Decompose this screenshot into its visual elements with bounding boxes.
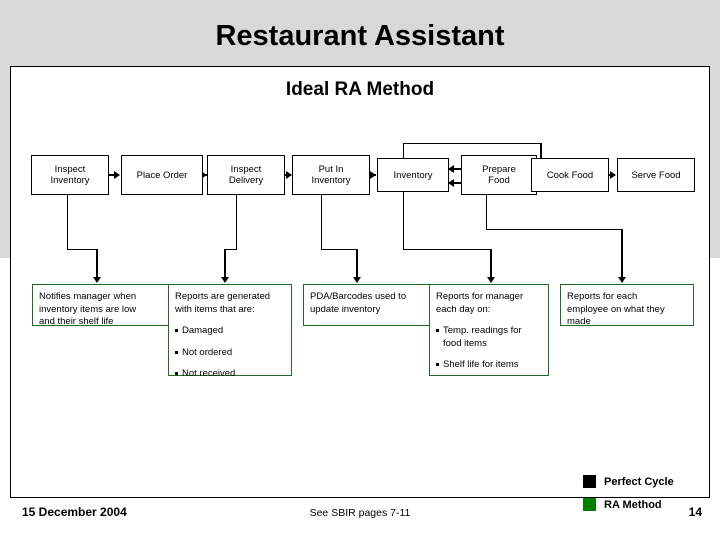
bullet-square-icon [175,372,178,375]
process-label-line2: Inventory [311,175,351,186]
note-line: Reports for each [567,291,638,302]
bullet-square-icon [436,329,439,332]
note-line: update inventory [310,303,381,315]
process-box-cook-food[interactable]: Cook Food [531,158,609,192]
note-box-manager-reports[interactable]: Reports for manager each day on: Temp. r… [429,284,549,376]
legend-item-perfect-cycle: Perfect Cycle [583,475,674,488]
legend-label: Perfect Cycle [604,475,674,488]
legend-swatch-black-icon [583,475,596,488]
process-label-line1: Inspect [230,164,262,175]
drop-5a [486,195,487,230]
process-label-line1: Place Order [136,169,188,181]
drop-1b [67,249,97,250]
note-box-inventory-alerts[interactable]: Notifies manager when inventory items ar… [32,284,177,327]
drop-2a [236,195,237,250]
slide-canvas: Restaurant Assistant Ideal RA Method Ins… [0,0,720,540]
note-bullet: Not received [175,368,285,381]
process-label-line1: Cook Food [546,169,594,181]
process-label-line2: Inventory [50,175,90,186]
page-title: Restaurant Assistant [215,20,505,52]
legend-swatch-green-icon [583,498,596,511]
arrow-note-5 [618,277,626,283]
content-panel: Ideal RA Method Inspect Inventory Place O… [10,66,710,511]
process-label-line2: Delivery [228,175,264,186]
legend-label: RA Method [604,498,662,511]
process-label-line1: Inspect [54,164,86,175]
arrow-inventory [370,171,376,179]
note-line: PDA/Barcodes used to [310,291,407,302]
drop-3a [321,195,322,250]
legend-item-ra-method: RA Method [583,498,674,511]
process-box-inspect-inventory[interactable]: Inspect Inventory [31,155,109,195]
legend: Perfect Cycle RA Method [583,475,674,521]
note-box-delivery-reports[interactable]: Reports are generated with items that ar… [168,284,292,379]
process-flow-diagram: Inspect Inventory Place Order Inspect Deli… [11,67,709,511]
arrow-note-3 [353,277,361,283]
process-label-line1: Put In [318,164,344,175]
note-bullet: Not ordered [175,347,285,360]
drop-3b [321,249,357,250]
bullet-square-icon [175,329,178,332]
drop-3c [356,249,358,279]
note-bullet: Temp. readings for food items [436,325,542,350]
note-line: employee on what they [567,303,665,315]
process-box-inspect-delivery[interactable]: Inspect Delivery [207,155,285,195]
note-line: with items that are: [175,303,255,315]
arrow-note-2 [221,277,229,283]
drop-2c [224,249,226,279]
note-line: each day on: [436,303,491,315]
note-box-employee-reports[interactable]: Reports for each employee on what they m… [560,284,694,327]
drop-4a [403,192,404,250]
note-line: Reports for manager [436,291,524,302]
arrow-serve-food [610,171,616,179]
drop-5b [486,229,622,230]
process-label-line2: Food [488,175,510,186]
arrow-note-1 [93,277,101,283]
drop-4b [403,249,491,250]
note-box-pda-barcodes[interactable]: PDA/Barcodes used to update inventory [303,284,443,326]
process-box-prepare-food[interactable]: Prepare Food [461,155,537,195]
note-line: inventory items are low [39,303,137,315]
process-label-line1: Serve Food [631,169,681,181]
drop-4c [490,249,492,279]
drop-1a [67,195,68,250]
drop-1c [96,249,98,279]
process-box-serve-food[interactable]: Serve Food [617,158,695,192]
bullet-square-icon [175,350,178,354]
note-bullet: Shelf life for items [436,359,542,372]
process-label-line1: Prepare [482,164,516,175]
process-box-inventory[interactable]: Inventory [377,158,449,192]
bullet-square-icon [436,363,439,366]
note-line: and their shelf life [39,316,114,327]
process-box-put-in-inventory[interactable]: Put In Inventory [292,155,370,195]
arrow-note-4 [487,277,495,283]
note-line: Notifies manager when [39,291,137,302]
connector-inventory-to-cook [403,143,541,144]
footer-page-number: 14 [688,505,702,519]
note-line: made [567,316,591,327]
drop-5c [621,229,623,279]
process-box-place-order[interactable]: Place Order [121,155,203,195]
note-bullet: Damaged [175,325,285,338]
note-line: Reports are generated [175,291,271,302]
arrow-place-order [114,171,120,179]
process-label-line1: Inventory [393,169,433,181]
